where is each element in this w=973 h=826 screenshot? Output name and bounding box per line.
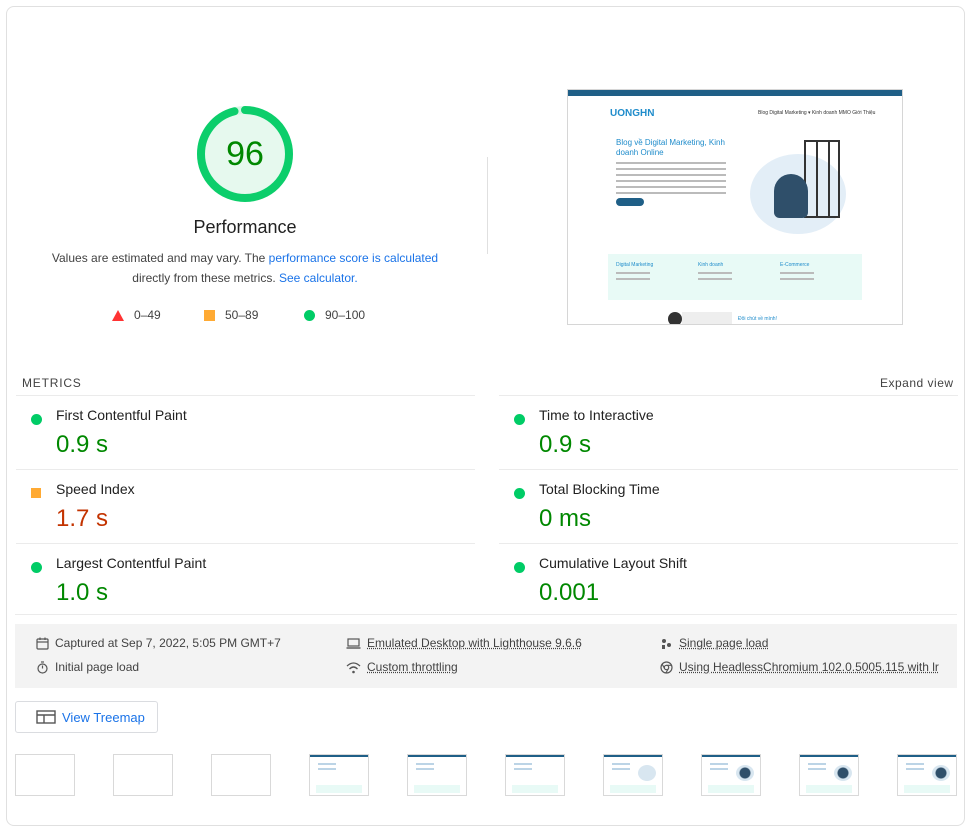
metric-name: Total Blocking Time [539, 481, 660, 497]
pass-circle-icon [514, 562, 525, 573]
runtime-emulated[interactable]: Emulated Desktop with Lighthouse 9.6.6 [346, 636, 582, 650]
pass-circle-icon [514, 488, 525, 499]
see-calculator-link[interactable]: See calculator. [279, 271, 358, 285]
people-icon [662, 638, 671, 649]
site-feature: E-Commerce [780, 262, 814, 280]
throttling-text: Custom throttling [367, 660, 458, 674]
metric-value: 0.001 [539, 579, 600, 606]
site-avatar-caption [682, 312, 732, 324]
pass-circle-icon [31, 562, 42, 573]
view-treemap-label: View Treemap [62, 709, 145, 725]
site-feature-label: E-Commerce [780, 262, 810, 268]
chrome-icon [660, 660, 673, 674]
desc-middle: directly from these metrics. [132, 271, 279, 285]
legend-fail: 0–49 [112, 308, 161, 322]
filmstrip-frame [15, 754, 75, 796]
runtime-initial: Initial page load [36, 660, 139, 674]
filmstrip-frame [603, 754, 663, 796]
site-avatar [668, 312, 682, 324]
site-hero-button [616, 198, 644, 206]
view-treemap-button[interactable]: View Treemap [15, 701, 158, 733]
circle-icon [304, 309, 315, 321]
runtime-browser[interactable]: Using HeadlessChromium 102.0.5005.115 wi… [660, 660, 939, 674]
pass-circle-icon [31, 414, 42, 425]
captured-text: Captured at Sep 7, 2022, 5:05 PM GMT+7 [55, 636, 281, 650]
metric-total-blocking-time: Total Blocking Time 0 ms [499, 469, 958, 543]
average-square-icon [31, 488, 41, 498]
stopwatch-icon [37, 660, 48, 674]
metric-value: 0 ms [539, 505, 592, 532]
site-feature: Digital Marketing [616, 262, 653, 280]
legend-pass: 90–100 [304, 308, 365, 322]
legend-pass-range: 90–100 [325, 308, 366, 322]
filmstrip-frame [211, 754, 271, 796]
metric-first-contentful-paint: First Contentful Paint 0.9 s [16, 395, 475, 469]
triangle-icon [112, 309, 124, 321]
metric-name: Speed Index [56, 481, 135, 497]
emulated-text: Emulated Desktop with Lighthouse 9.6.6 [367, 636, 582, 650]
metric-value: 0.9 s [56, 431, 109, 458]
legend-average-range: 50–89 [225, 308, 259, 322]
site-nav: Blog Digital Marketing ▾ Kinh doanh MMO … [758, 110, 876, 116]
filmstrip-frame [113, 754, 173, 796]
initial-text: Initial page load [55, 660, 140, 674]
site-feature: Kinh doanh [698, 262, 732, 280]
filmstrip-frame [701, 754, 761, 796]
filmstrip-frame [799, 754, 859, 796]
metrics-bottom-divider [15, 614, 957, 615]
site-topbar [568, 90, 902, 96]
runtime-settings: Captured at Sep 7, 2022, 5:05 PM GMT+7 E… [15, 624, 957, 688]
treemap-icon [36, 710, 56, 724]
gauge-title: Performance [193, 217, 297, 237]
metric-name: First Contentful Paint [56, 407, 187, 423]
vertical-divider [487, 157, 488, 254]
signal-icon [346, 661, 361, 673]
metric-largest-contentful-paint: Largest Contentful Paint 1.0 s [16, 543, 475, 617]
runtime-throttling[interactable]: Custom throttling [346, 660, 458, 674]
filmstrip-frame [407, 754, 467, 796]
single-page-text: Single page load [679, 636, 769, 650]
metric-value: 1.0 s [56, 579, 109, 606]
laptop-icon [346, 637, 361, 649]
runtime-captured: Captured at Sep 7, 2022, 5:05 PM GMT+7 [36, 636, 281, 650]
metric-time-to-interactive: Time to Interactive 0.9 s [499, 395, 958, 469]
filmstrip [15, 754, 957, 798]
metric-value: 0.9 s [539, 431, 592, 458]
pass-circle-icon [514, 414, 525, 425]
desc-prefix: Values are estimated and may vary. The [51, 251, 269, 265]
metric-value: 1.7 s [56, 505, 109, 532]
score-legend: 0–49 50–89 90–100 [7, 308, 487, 324]
square-icon [204, 309, 215, 321]
legend-fail-range: 0–49 [134, 308, 161, 322]
filmstrip-frame [309, 754, 369, 796]
performance-gauge: 96 [191, 100, 299, 208]
gauge-description: Values are estimated and may vary. The p… [45, 248, 445, 288]
site-feature-label: Kinh doanh [698, 262, 724, 268]
site-person-illustration [774, 174, 808, 218]
final-screenshot[interactable]: UONGHN Blog Digital Marketing ▾ Kinh doa… [567, 89, 903, 325]
site-logo: UONGHN [610, 108, 655, 119]
site-hero-text [616, 162, 726, 198]
metric-name: Time to Interactive [539, 407, 654, 423]
metric-name: Cumulative Layout Shift [539, 555, 687, 571]
site-features: Digital Marketing Kinh doanh E-Commerce [608, 254, 862, 300]
site-more-link: Đôi chút về mình! [738, 316, 777, 322]
metric-speed-index: Speed Index 1.7 s [16, 469, 475, 543]
gauge-score: 96 [226, 134, 264, 173]
legend-average: 50–89 [204, 308, 258, 322]
score-calculated-link[interactable]: performance score is calculated [269, 251, 438, 265]
site-window-illustration [804, 140, 840, 218]
metrics-heading: METRICS [22, 376, 82, 390]
filmstrip-frame [897, 754, 957, 796]
site-feature-label: Digital Marketing [616, 262, 654, 268]
browser-text: Using HeadlessChromium 102.0.5005.115 wi… [679, 660, 939, 674]
calendar-icon [36, 637, 49, 650]
expand-view-toggle[interactable]: Expand view [880, 376, 954, 390]
metric-name: Largest Contentful Paint [56, 555, 207, 571]
metric-cumulative-layout-shift: Cumulative Layout Shift 0.001 [499, 543, 958, 617]
runtime-single-page[interactable]: Single page load [660, 636, 768, 650]
filmstrip-frame [505, 754, 565, 796]
site-hero-title: Blog về Digital Marketing, Kinh doanh On… [616, 138, 725, 157]
